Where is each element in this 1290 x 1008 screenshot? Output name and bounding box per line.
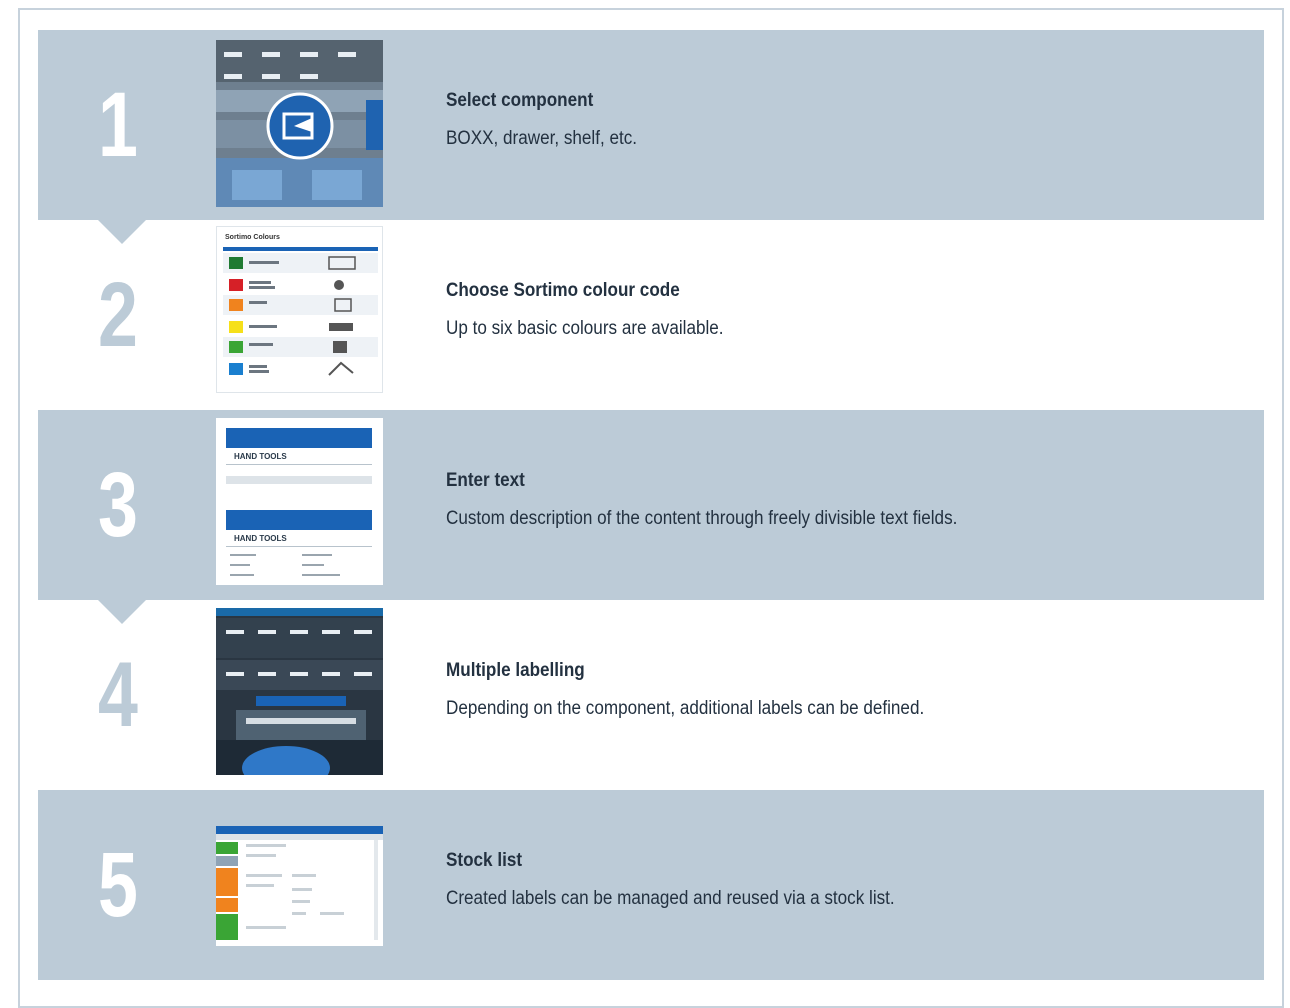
step-2: 2 Sortimo Colours Choose Sortimo colour … [38, 220, 1264, 410]
step-1: 1 Select component BOXX, drawer, shelf, … [38, 30, 1264, 220]
step-description: Custom description of the content throug… [446, 508, 958, 529]
step-title: Choose Sortimo colour code [446, 280, 680, 301]
step-5-thumbnail [216, 826, 383, 946]
step-4: 4 Multiple labelling Depending on the co… [38, 600, 1264, 790]
down-arrow [98, 600, 146, 624]
step-number: 5 [98, 834, 138, 936]
step-title: Stock list [446, 850, 523, 871]
step-description: BOXX, drawer, shelf, etc. [446, 128, 638, 149]
step-5: 5 Stock list Created labels can be manag… [38, 790, 1264, 980]
step-1-thumbnail [216, 40, 383, 207]
label-heading: HAND TOOLS [234, 534, 287, 543]
step-4-thumbnail [216, 608, 383, 775]
down-arrow [98, 220, 146, 244]
step-number: 3 [98, 454, 138, 556]
step-3-thumbnail: HAND TOOLS HAND TOOLS [216, 418, 383, 585]
step-3: 3 HAND TOOLS HAND TOOLS Enter text Custo… [38, 410, 1264, 600]
step-description: Created labels can be managed and reused… [446, 888, 895, 909]
step-title: Enter text [446, 470, 525, 491]
step-description: Up to six basic colours are available. [446, 318, 724, 339]
step-number: 2 [98, 264, 138, 366]
step-description: Depending on the component, additional l… [446, 698, 925, 719]
step-number: 1 [98, 74, 138, 176]
step-2-thumbnail: Sortimo Colours [216, 226, 383, 393]
step-number: 4 [98, 644, 138, 746]
step-title: Multiple labelling [446, 660, 585, 681]
step-title: Select component [446, 90, 594, 111]
label-heading: HAND TOOLS [234, 452, 287, 461]
